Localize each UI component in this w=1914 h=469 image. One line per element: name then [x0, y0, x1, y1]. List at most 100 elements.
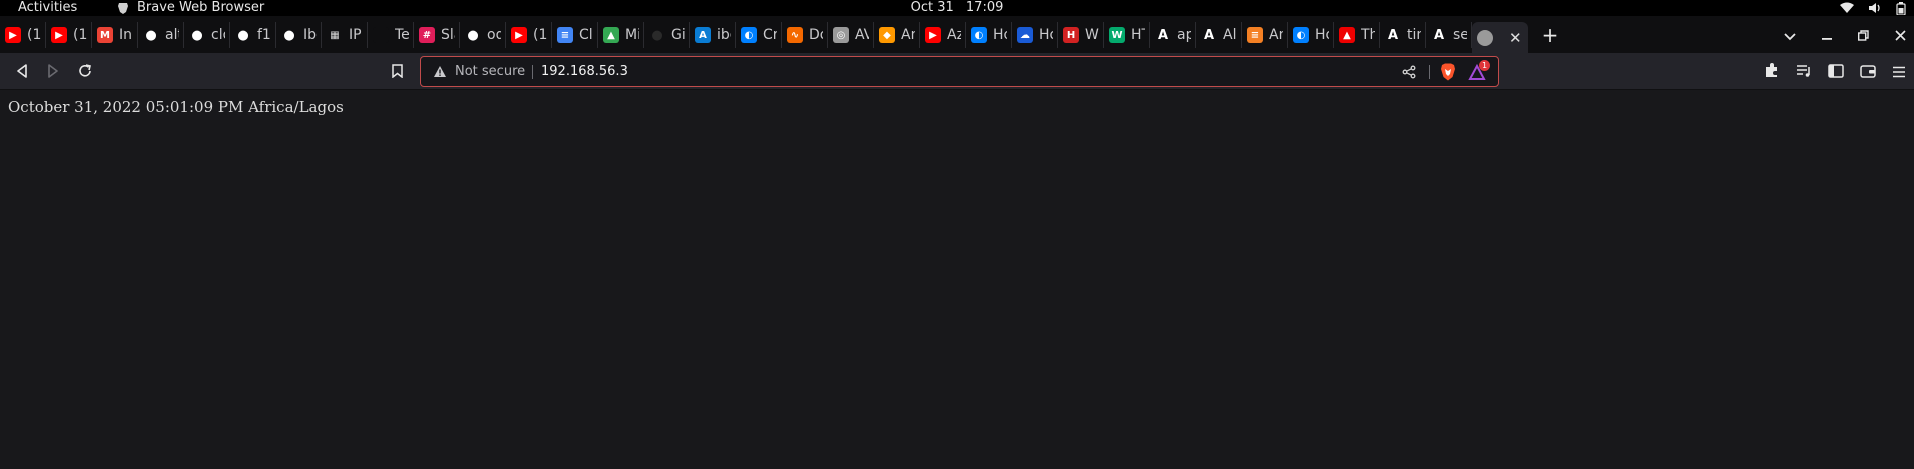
- browser-tab[interactable]: W HT: [1104, 22, 1150, 48]
- digitalocean-icon: ◐: [1293, 27, 1309, 43]
- system-top-bar: Activities Brave Web Browser Oct 31 17:0…: [0, 0, 1914, 16]
- app-name: Brave Web Browser: [137, 0, 265, 15]
- tab-title: f1a: [257, 27, 271, 43]
- browser-tab[interactable]: ● Git: [644, 22, 690, 48]
- tab-title: Wr: [1085, 27, 1099, 43]
- warning-icon[interactable]: [433, 65, 447, 78]
- browser-tab[interactable]: M Inb: [92, 22, 138, 48]
- restore-icon[interactable]: [1857, 29, 1869, 45]
- digitalocean-icon: ◐: [741, 27, 757, 43]
- app-menu[interactable]: Brave Web Browser: [117, 0, 264, 16]
- sidebar-button[interactable]: [1828, 63, 1844, 82]
- browser-tab[interactable]: ▲ Th: [1334, 22, 1380, 48]
- browser-tab[interactable]: Aser: [1426, 22, 1472, 48]
- browser-tab[interactable]: ● od: [460, 22, 506, 48]
- tab-search-chevron-icon[interactable]: [1784, 29, 1796, 45]
- tab-title: (17: [27, 27, 41, 43]
- browser-tab[interactable]: ● f1a: [230, 22, 276, 48]
- browser-tab[interactable]: ◆ An: [874, 22, 920, 48]
- tab-title: Git: [671, 27, 685, 43]
- tab-title: Cre: [763, 27, 777, 43]
- browser-tab[interactable]: ◐ Cre: [736, 22, 782, 48]
- volume-icon: [1869, 3, 1880, 13]
- browser-tab[interactable]: ▲ Mi: [598, 22, 644, 48]
- url-text[interactable]: 192.168.56.3: [541, 57, 628, 86]
- tab-title: Tec: [395, 27, 409, 43]
- bookmark-button[interactable]: [388, 62, 406, 80]
- browser-tab[interactable]: ● clo: [184, 22, 230, 48]
- browser-tab[interactable]: A All: [1196, 22, 1242, 48]
- clock[interactable]: Oct 31 17:09: [911, 0, 1004, 16]
- browser-tab[interactable]: Aibe: [690, 22, 736, 48]
- redhat-icon: ▲: [1339, 27, 1355, 43]
- wallet-icon: [1860, 64, 1876, 78]
- tab-title: ser: [1453, 27, 1467, 43]
- minimize-icon[interactable]: [1822, 29, 1832, 45]
- browser-tab[interactable]: # Sla: [414, 22, 460, 48]
- browser-tab[interactable]: ◎ AV: [828, 22, 874, 48]
- browser-tab[interactable]: ☁ Ho: [1012, 22, 1058, 48]
- tab-title: (17: [533, 27, 547, 43]
- extensions-button[interactable]: [1764, 62, 1780, 82]
- github-icon: ●: [651, 27, 663, 43]
- wallet-button[interactable]: [1860, 63, 1876, 82]
- window-controls: [1784, 26, 1906, 48]
- tab-title: Ibe: [303, 27, 317, 43]
- browser-tab[interactable]: ◐ Ho: [1288, 22, 1334, 48]
- browser-tab[interactable]: H Wr: [1058, 22, 1104, 48]
- youtube-icon: ▶: [5, 27, 21, 43]
- browser-tab[interactable]: Atin: [1380, 22, 1426, 48]
- table-icon: ▦: [330, 29, 340, 41]
- digitalocean-icon: ◐: [971, 27, 987, 43]
- forward-button[interactable]: [44, 62, 62, 80]
- share-icon[interactable]: [1402, 65, 1416, 79]
- close-window-icon[interactable]: [1895, 29, 1906, 45]
- tab-title: ibe: [717, 27, 731, 43]
- browser-tab[interactable]: ▶ (17: [0, 22, 46, 48]
- tab-title: alt: [165, 27, 179, 43]
- browser-tab[interactable]: ∿ Do: [782, 22, 828, 48]
- tab-title: AV: [855, 27, 869, 43]
- tab-title: Clo: [579, 27, 593, 43]
- brave-rewards-button[interactable]: 1: [1468, 60, 1490, 82]
- tab-title: Ho: [993, 27, 1007, 43]
- tab-title: Inb: [119, 27, 133, 43]
- bookmark-icon: [391, 64, 403, 78]
- browser-tab[interactable]: ▶ (17: [46, 22, 92, 48]
- browser-tab[interactable]: ◐ Ho: [966, 22, 1012, 48]
- brave-shields-icon[interactable]: [1440, 63, 1456, 81]
- browser-tab[interactable]: ▶ (17: [506, 22, 552, 48]
- new-tab-button[interactable]: +: [1528, 22, 1573, 48]
- browser-tab[interactable]: Aap: [1150, 22, 1196, 48]
- a-icon: A: [1387, 27, 1399, 43]
- tab-title: Az: [947, 27, 961, 43]
- hot-icon: H: [1063, 27, 1079, 43]
- back-button[interactable]: [13, 62, 31, 80]
- browser-tab[interactable]: ≡ Clo: [552, 22, 598, 48]
- tab-title: (17: [73, 27, 87, 43]
- browser-tab[interactable]: ▶ Az: [920, 22, 966, 48]
- address-bar[interactable]: Not secure 192.168.56.3 1: [420, 56, 1499, 87]
- aws-icon: ◆: [879, 27, 895, 43]
- globe-icon: [1477, 29, 1493, 46]
- system-tray[interactable]: [1840, 0, 1906, 16]
- browser-tab[interactable]: ≡ An: [1242, 22, 1288, 48]
- tab-title: od: [487, 27, 501, 43]
- reload-button[interactable]: [76, 62, 94, 80]
- clock-time: 17:09: [965, 0, 1004, 15]
- playlist-button[interactable]: [1796, 63, 1812, 82]
- tab-title: HT: [1131, 27, 1145, 43]
- page-content: October 31, 2022 05:01:09 PM Africa/Lago…: [0, 91, 1914, 469]
- close-tab-icon[interactable]: ✕: [1509, 29, 1522, 47]
- browser-tab[interactable]: ● Ibe: [276, 22, 322, 48]
- main-menu-button[interactable]: [1892, 63, 1906, 82]
- browser-tab[interactable]: ▦ IP S: [322, 22, 368, 48]
- browser-tab[interactable]: Tec: [368, 22, 414, 48]
- security-label[interactable]: Not secure: [455, 57, 525, 86]
- browser-tab[interactable]: ● alt: [138, 22, 184, 48]
- hamburger-menu-icon: [1893, 66, 1905, 77]
- playlist-icon: [1797, 64, 1810, 77]
- browser-tab-active[interactable]: ✕: [1472, 22, 1528, 53]
- activities-button[interactable]: Activities: [18, 0, 77, 16]
- tab-title: Sla: [441, 27, 455, 43]
